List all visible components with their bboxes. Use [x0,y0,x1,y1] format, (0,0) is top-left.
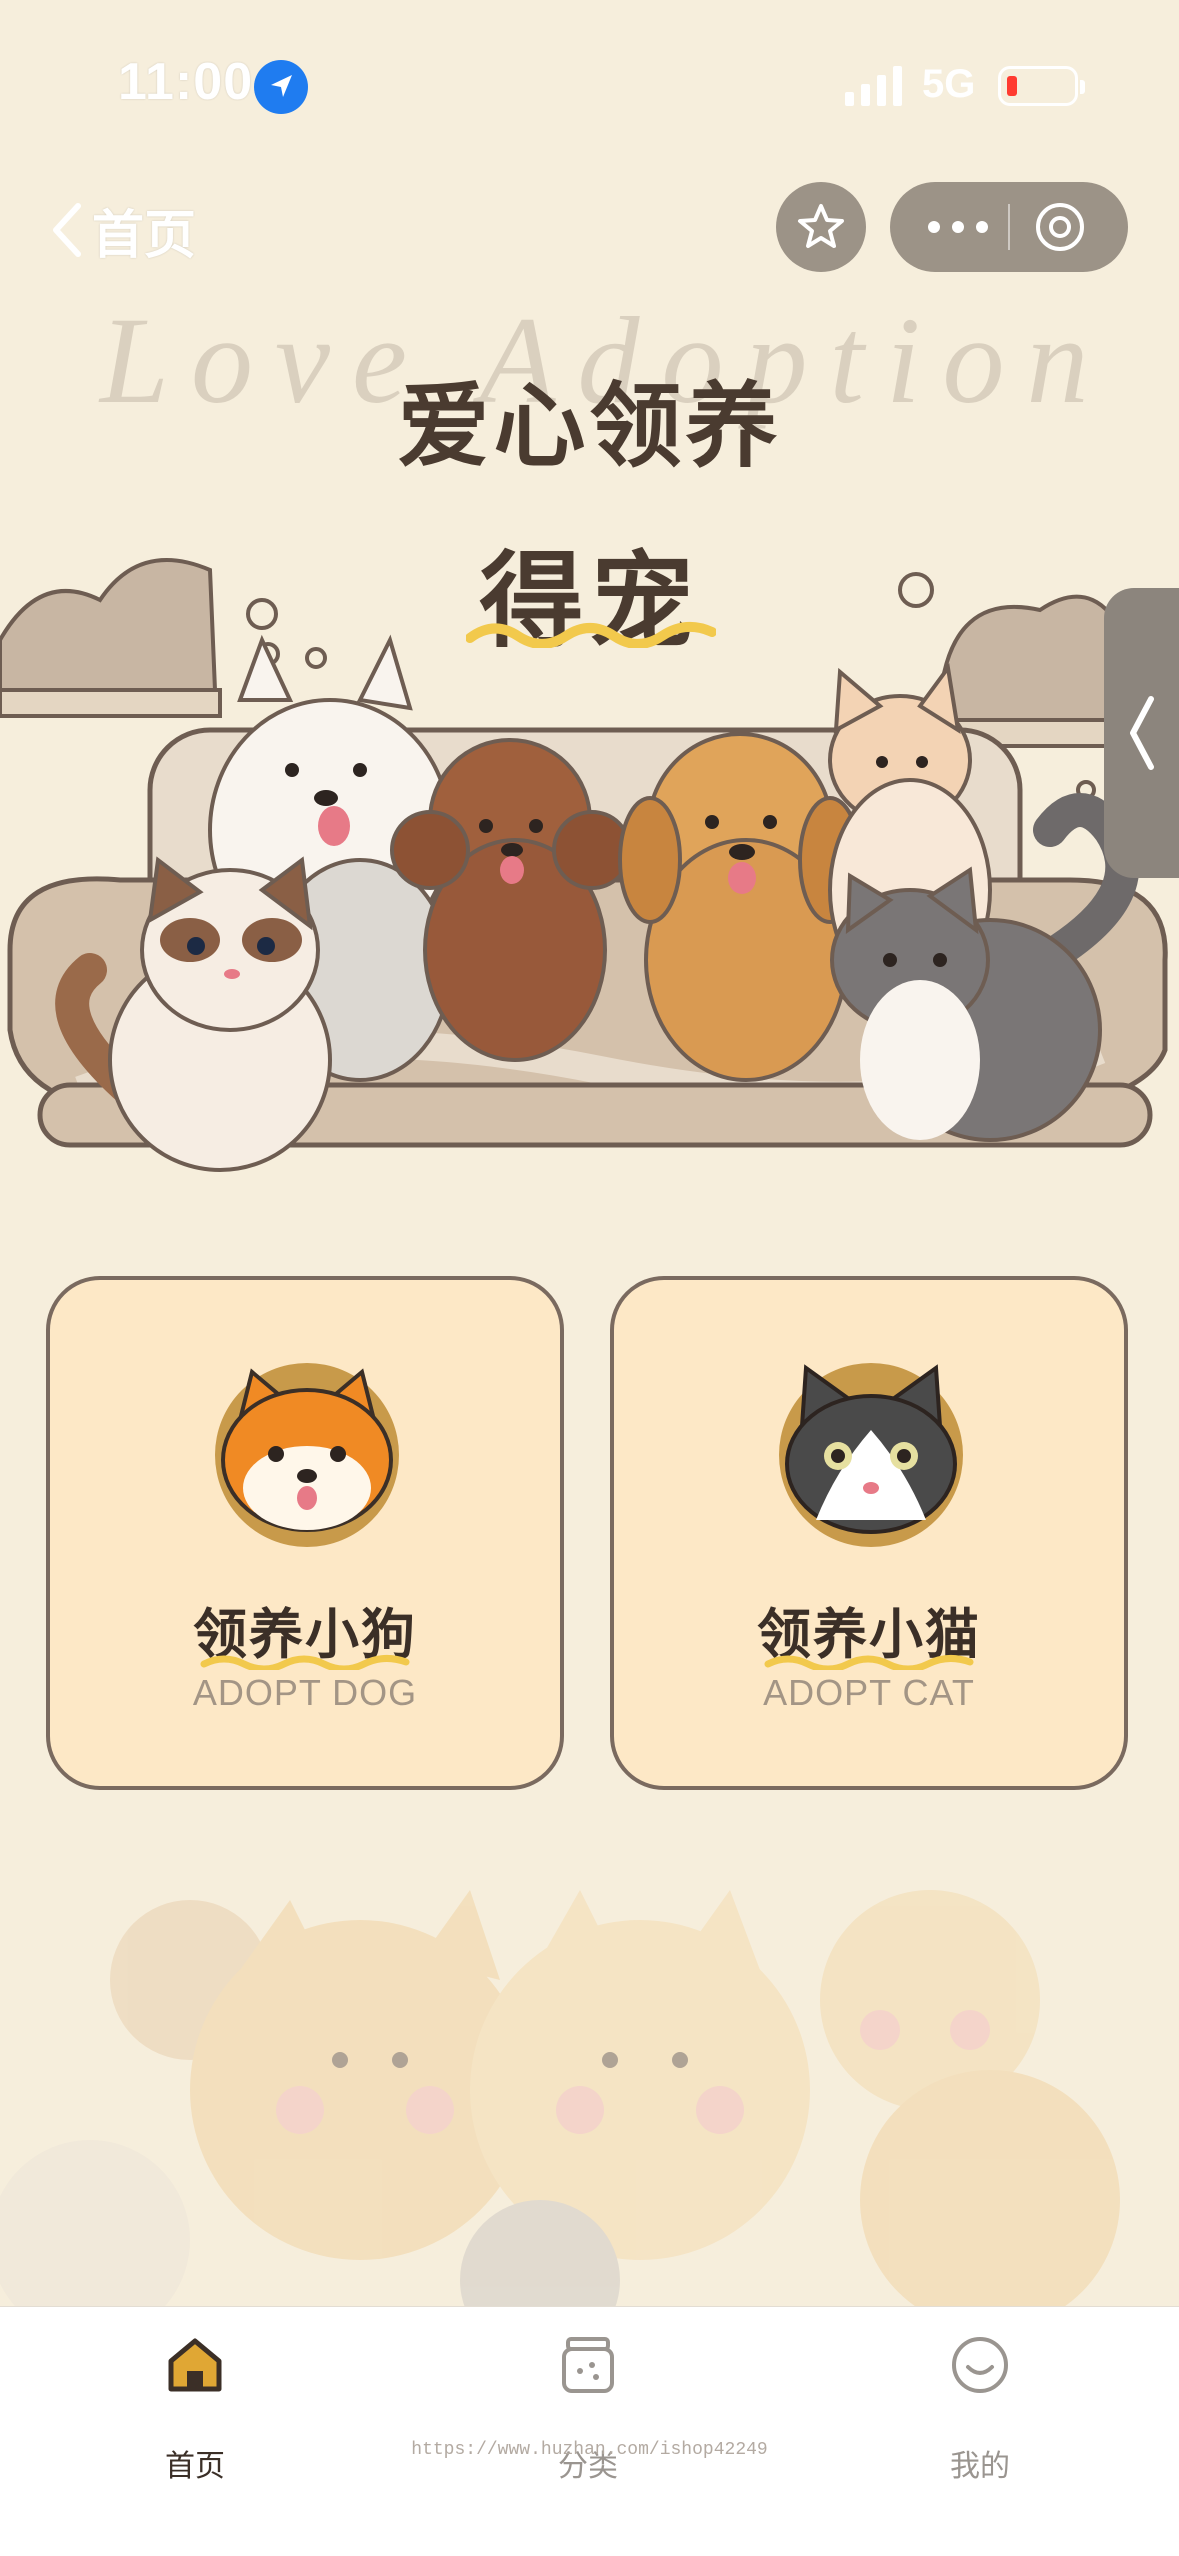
status-time: 11:00 [118,53,254,111]
shiba-dog-icon [215,1363,399,1547]
signal-icon [845,66,902,106]
star-icon [798,204,844,248]
hero-banner: Love Adoption 爱心领养 得宠 [0,280,1179,1350]
side-drawer-toggle[interactable] [1104,588,1179,878]
battery-low-icon [998,66,1085,106]
status-bar: 11:00 5G [0,0,1179,170]
adopt-dog-card[interactable]: 领养小狗 ADOPT DOG [46,1276,564,1790]
chevron-left-icon [53,203,81,257]
more-icon[interactable] [926,216,990,238]
jar-icon [562,2337,614,2393]
favorite-button[interactable] [776,182,866,272]
smile-icon [952,2337,1008,2393]
card-subtitle: ADOPT CAT [763,1672,975,1713]
background-pets-illustration [0,1890,1120,2310]
back-label: 首页 [92,206,197,265]
chevron-left-icon [1129,696,1154,770]
network-type: 5G [922,62,976,106]
title-underline [200,1655,410,1670]
footer-watermark-url: https://www.huzhan.com/ishop42249 [411,2440,768,2460]
card-subtitle: ADOPT DOG [192,1672,418,1713]
adopt-cat-card[interactable]: 领养小猫 ADOPT CAT [610,1276,1128,1790]
tab-bar: 首页 分类 我的 [0,2306,1179,2556]
title-underline [764,1655,974,1670]
close-circle-icon[interactable] [1032,199,1088,255]
tuxedo-cat-icon [779,1363,963,1547]
capsule-divider [1008,204,1010,250]
back-button[interactable]: 首页 [46,190,196,270]
home-icon [168,2338,222,2392]
mini-program-capsule [890,182,1128,272]
location-arrow-icon [254,60,308,114]
hero-title: 爱心领养 [397,376,782,478]
